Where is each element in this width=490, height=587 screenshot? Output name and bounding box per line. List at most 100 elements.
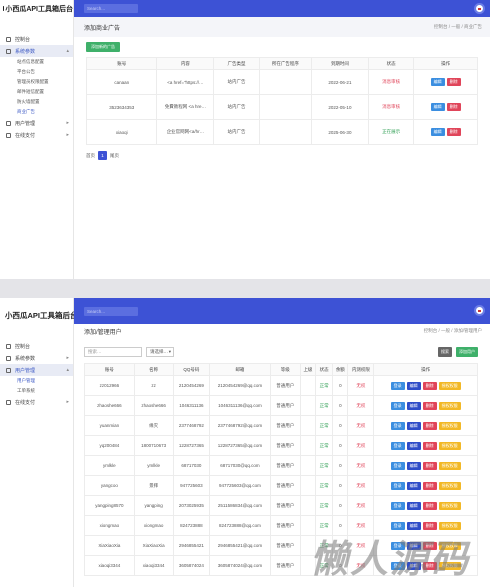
edit-button[interactable]: 编辑 — [406, 481, 421, 490]
sidebar-subitem-admin[interactable]: 管理员权限配置 — [0, 77, 73, 87]
search-button[interactable]: 搜索 — [438, 347, 452, 357]
login-button[interactable]: 登录 — [390, 421, 405, 430]
search-input[interactable]: Search... — [84, 306, 138, 316]
row-actions: 登录 编辑 删除 授权权限 — [375, 381, 476, 390]
grant-permission-button[interactable]: 授权权限 — [438, 421, 461, 430]
cell-account: yangping8570 — [84, 495, 135, 516]
delete-button[interactable]: 删除 — [446, 103, 461, 111]
login-button[interactable]: 登录 — [390, 501, 405, 510]
edit-button[interactable]: 编辑 — [406, 441, 421, 450]
edit-button[interactable]: 编辑 — [430, 78, 445, 86]
sidebar: 小西瓜API工具箱后台 控制台 系统参数 ▴ 站点信息配置 平台公告 管理员权限配… — [0, 0, 74, 279]
sidebar-subitem-site[interactable]: 站点信息配置 — [0, 57, 73, 67]
sidebar-item-payment[interactable]: 在线支付 ▸ — [0, 396, 73, 408]
sidebar-item-dashboard[interactable]: 控制台 — [0, 33, 73, 45]
cell-name: yangping — [133, 495, 174, 516]
edit-button[interactable]: 编辑 — [406, 461, 421, 470]
app-title: 小西瓜API工具箱后台 — [5, 310, 78, 320]
add-user-button[interactable]: 添加用户 — [456, 347, 478, 357]
sidebar-item-dashboard[interactable]: 控制台 — [0, 340, 73, 352]
cell-account: xiaoqi3344 — [84, 555, 135, 576]
cell-name: ymlkle — [133, 455, 174, 476]
sidebar-subitem-tickets[interactable]: 工单系统 — [0, 386, 73, 396]
topbar: Search... — [74, 298, 490, 324]
cell-name: xiongmao — [133, 515, 174, 536]
delete-button[interactable]: 删除 — [422, 441, 437, 450]
cell-type: 站内广告 — [213, 94, 260, 120]
sidebar-item-users[interactable]: 用户管理 ▴ — [0, 364, 73, 376]
login-button[interactable]: 登录 — [390, 441, 405, 450]
delete-button[interactable]: 删除 — [422, 461, 437, 470]
cell-ops: 编辑 删除 — [413, 119, 478, 145]
cell-parent — [299, 375, 317, 396]
ad-table: 账号 内容 广告类型 所在广告程序 到期时间 状态 操作 canaan <a h… — [85, 57, 478, 145]
edit-button[interactable]: 编辑 — [406, 501, 421, 510]
sidebar-item-users[interactable]: 用户管理 ▸ — [0, 117, 73, 129]
chevron-right-icon: ▸ — [66, 355, 69, 361]
sidebar-item-system[interactable]: 系统参数 ▸ — [0, 352, 73, 364]
grant-permission-button[interactable]: 授权权限 — [438, 381, 461, 390]
users-icon — [6, 367, 11, 373]
delete-button[interactable]: 删除 — [446, 78, 461, 86]
cell-balance: 0 — [332, 475, 349, 496]
cell-beta: 无权 — [347, 455, 375, 476]
column-header: 所在广告程序 — [258, 57, 313, 70]
delete-button[interactable]: 删除 — [422, 501, 437, 510]
cell-status: 正常 — [314, 375, 334, 396]
login-button[interactable]: 登录 — [390, 381, 405, 390]
edit-button[interactable]: 编辑 — [406, 401, 421, 410]
delete-button[interactable]: 删除 — [422, 381, 437, 390]
delete-button[interactable]: 删除 — [422, 481, 437, 490]
login-button[interactable]: 登录 — [390, 401, 405, 410]
edit-button[interactable]: 编辑 — [406, 421, 421, 430]
delete-button[interactable]: 删除 — [422, 401, 437, 410]
avatar[interactable] — [474, 305, 485, 316]
ad-content: 添加新的广告 账号 内容 广告类型 所在广告程序 到期时间 状态 操作 cana… — [85, 42, 478, 160]
grant-permission-button[interactable]: 授权权限 — [438, 461, 461, 470]
delete-button[interactable]: 删除 — [446, 128, 461, 136]
login-button[interactable]: 登录 — [390, 481, 405, 490]
cell-level: 普通用户 — [269, 535, 301, 556]
sidebar-item-payment[interactable]: 在线支付 ▸ — [0, 129, 73, 141]
sidebar-subitem-firewall[interactable]: 防火墙配置 — [0, 97, 73, 107]
delete-button[interactable]: 删除 — [422, 421, 437, 430]
sidebar-subitem-users[interactable]: 用户管理 — [0, 376, 73, 386]
edit-button[interactable]: 编辑 — [406, 381, 421, 390]
chevron-up-icon: ▴ — [66, 367, 69, 373]
sidebar-item-label: 在线支付 — [15, 132, 36, 139]
sidebar-item-system[interactable]: 系统参数 ▴ — [0, 45, 73, 57]
edit-button[interactable]: 编辑 — [430, 128, 445, 136]
cell-level: 普通用户 — [269, 455, 301, 476]
edit-button[interactable]: 编辑 — [430, 103, 445, 111]
app-title: 小西瓜API工具箱后台 — [5, 5, 73, 13]
cell-status: 正常 — [314, 395, 334, 416]
search-input[interactable]: Search... — [84, 4, 138, 13]
grant-permission-button[interactable]: 授权权限 — [438, 401, 461, 410]
table-row: yangping8570 yangping 2073025935 2511586834… — [84, 495, 478, 516]
cell-account: zz012966 — [84, 375, 135, 396]
grant-permission-button[interactable]: 授权权限 — [438, 481, 461, 490]
chevron-up-icon: ▴ — [66, 48, 69, 54]
cell-balance: 0 — [332, 455, 349, 476]
cell-email: 1046311136@qq.com — [209, 395, 271, 416]
cell-program — [258, 94, 313, 120]
table-row: yuanmian 缘灭 2377468792 2377468792@qq.com 普通用… — [84, 415, 478, 436]
add-ad-button[interactable]: 添加新的广告 — [86, 42, 120, 52]
cell-account: xiaoqi — [85, 119, 158, 145]
cell-beta: 无权 — [347, 495, 375, 516]
row-actions: 登录 编辑 删除 授权权限 — [375, 501, 476, 510]
user-search-input[interactable]: 搜索… — [84, 347, 142, 357]
grant-permission-button[interactable]: 授权权限 — [438, 501, 461, 510]
login-button[interactable]: 登录 — [390, 461, 405, 470]
sidebar-subitem-notice[interactable]: 平台公告 — [0, 67, 73, 77]
filter-select[interactable]: 请选择… ▾ — [146, 347, 174, 357]
cell-content: 免費教程网 <a hre… — [156, 94, 215, 120]
sidebar-subitem-ads[interactable]: 商业广告 — [0, 107, 73, 117]
card-icon — [6, 132, 11, 138]
grant-permission-button[interactable]: 授权权限 — [438, 441, 461, 450]
pager-current[interactable]: 1 — [98, 151, 107, 160]
avatar[interactable] — [474, 3, 485, 14]
sidebar-subitem-mail[interactable]: 邮件短信配置 — [0, 87, 73, 97]
pager-first[interactable]: 首页 — [86, 153, 95, 159]
pager-last[interactable]: 尾页 — [110, 153, 119, 159]
